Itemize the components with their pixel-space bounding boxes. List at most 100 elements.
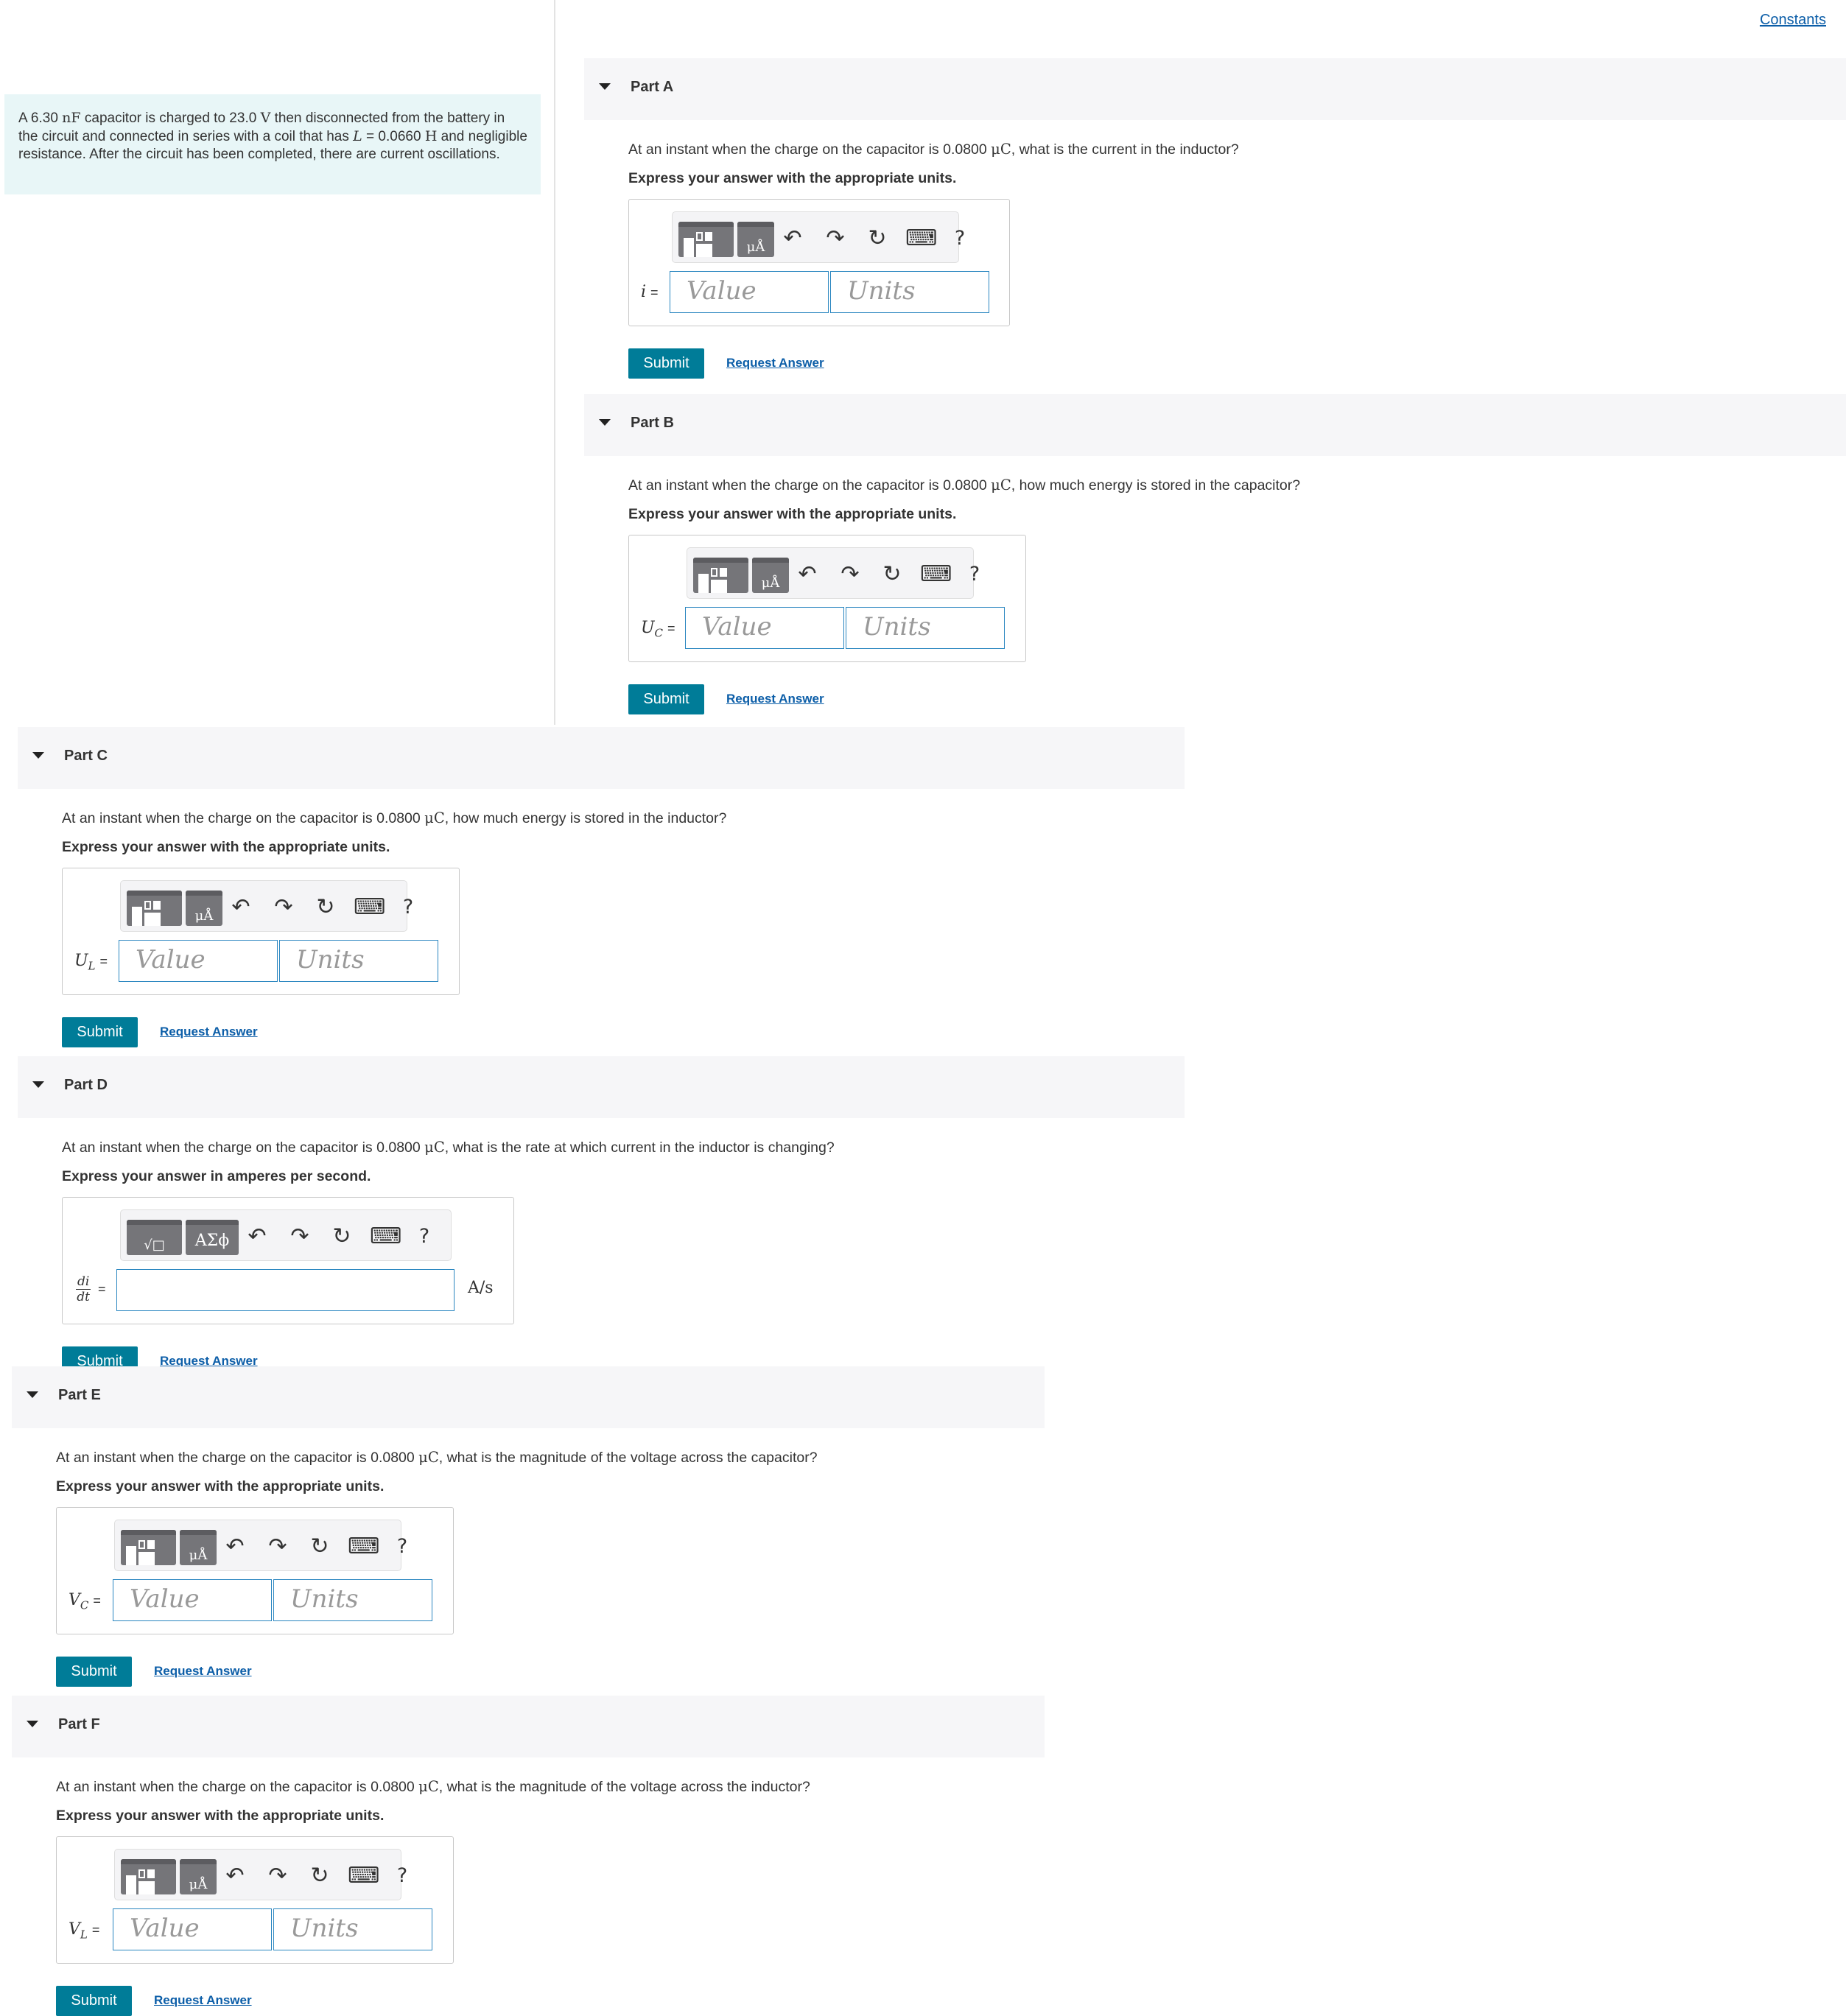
request-answer-link[interactable]: Request Answer	[726, 356, 824, 370]
greek-symbols-button[interactable]: ΑΣϕ	[186, 1220, 239, 1255]
units-input[interactable]: Units	[830, 271, 989, 313]
units-input[interactable]: Units	[273, 1579, 432, 1621]
part-header[interactable]: Part A	[584, 58, 1846, 120]
undo-icon[interactable]: ↶	[222, 1861, 248, 1891]
templates-button[interactable]	[121, 1859, 176, 1894]
value-input[interactable]: Value	[119, 940, 278, 982]
collapse-caret-icon[interactable]	[32, 1081, 44, 1088]
math-toolbar: μÅ ↶ ↷ ↻ ⌨?	[672, 211, 965, 263]
units-button[interactable]: μÅ	[180, 1859, 217, 1894]
units-input[interactable]: Units	[273, 1908, 432, 1950]
equals-sign: =	[99, 954, 108, 969]
submit-button[interactable]: Submit	[56, 1657, 132, 1687]
part-header[interactable]: Part F	[12, 1696, 1045, 1757]
reset-icon[interactable]: ↻	[306, 1861, 333, 1891]
value-input[interactable]: Value	[685, 607, 844, 649]
undo-icon[interactable]: ↶	[244, 1222, 270, 1251]
request-answer-link[interactable]: Request Answer	[160, 1025, 258, 1039]
equals-sign: =	[667, 621, 675, 636]
submit-button[interactable]: Submit	[62, 1017, 138, 1047]
undo-icon[interactable]: ↶	[794, 560, 821, 589]
redo-icon[interactable]: ↷	[264, 1532, 291, 1562]
help-icon[interactable]: ?	[389, 1861, 415, 1891]
redo-icon[interactable]: ↷	[837, 560, 863, 589]
value-input[interactable]: Value	[670, 271, 829, 313]
reset-icon[interactable]: ↻	[329, 1222, 355, 1251]
redo-icon[interactable]: ↷	[287, 1222, 313, 1251]
collapse-caret-icon[interactable]	[27, 1391, 38, 1398]
keyboard-icon[interactable]: ⌨	[348, 1861, 379, 1891]
undo-icon[interactable]: ↶	[222, 1532, 248, 1562]
units-button[interactable]: μÅ	[752, 558, 789, 593]
units-button[interactable]: μÅ	[186, 891, 222, 926]
collapse-caret-icon[interactable]	[32, 752, 44, 759]
value-input[interactable]: Value	[113, 1579, 272, 1621]
reset-icon[interactable]: ↻	[864, 224, 891, 253]
units-placeholder: Units	[863, 612, 931, 642]
intro-var: L	[353, 128, 362, 144]
undo-icon[interactable]: ↶	[228, 893, 254, 922]
units-button[interactable]: μÅ	[180, 1530, 217, 1565]
help-icon[interactable]: ?	[961, 560, 988, 589]
units-glyph: μÅ	[746, 239, 765, 255]
request-answer-link[interactable]: Request Answer	[154, 1664, 252, 1679]
units-button[interactable]: μÅ	[737, 222, 774, 257]
templates-button[interactable]	[127, 891, 182, 926]
template-icon	[144, 901, 151, 910]
help-icon[interactable]: ?	[389, 1532, 415, 1562]
question-unit: μC	[424, 809, 445, 826]
templates-button[interactable]	[678, 222, 734, 257]
redo-icon[interactable]: ↷	[822, 224, 849, 253]
submit-button[interactable]: Submit	[628, 684, 704, 714]
part-section: Part A At an instant when the charge on t…	[584, 58, 1846, 379]
template-icon	[138, 1540, 145, 1549]
redo-icon[interactable]: ↷	[264, 1861, 291, 1891]
keyboard-icon[interactable]: ⌨	[348, 1532, 379, 1562]
request-answer-link[interactable]: Request Answer	[726, 692, 824, 706]
part-header[interactable]: Part D	[18, 1056, 1185, 1118]
undo-icon[interactable]: ↶	[779, 224, 806, 253]
collapse-caret-icon[interactable]	[599, 83, 611, 90]
templates-button[interactable]: √□	[127, 1220, 182, 1255]
question-text: At an instant when the charge on the cap…	[62, 809, 726, 827]
answer-instruction: Express your answer with the appropriate…	[628, 170, 957, 186]
templates-button[interactable]	[693, 558, 748, 593]
part-title: Part B	[631, 415, 674, 431]
help-icon[interactable]: ?	[395, 893, 421, 922]
template-icon	[696, 244, 712, 257]
units-input[interactable]: Units	[846, 607, 1005, 649]
question-text-pre: At an instant when the charge on the cap…	[62, 810, 425, 826]
keyboard-icon[interactable]: ⌨	[920, 560, 952, 589]
template-icon	[138, 1881, 155, 1894]
answer-instruction: Express your answer with the appropriate…	[62, 839, 390, 855]
request-answer-link[interactable]: Request Answer	[154, 1993, 252, 2008]
variable-label: i =	[641, 282, 659, 303]
part-header[interactable]: Part C	[18, 727, 1185, 789]
template-icon	[144, 913, 161, 926]
answer-input[interactable]	[116, 1269, 455, 1311]
value-input[interactable]: Value	[113, 1908, 272, 1950]
help-icon[interactable]: ?	[947, 224, 973, 253]
collapse-caret-icon[interactable]	[599, 419, 611, 426]
redo-icon[interactable]: ↷	[270, 893, 297, 922]
units-input[interactable]: Units	[279, 940, 438, 982]
constants-link[interactable]: Constants	[1760, 12, 1826, 29]
submit-button[interactable]: Submit	[56, 1986, 132, 2016]
submit-button[interactable]: Submit	[628, 348, 704, 379]
button-stripe	[180, 1530, 217, 1535]
part-header[interactable]: Part B	[584, 394, 1846, 456]
part-section: Part D At an instant when the charge on t…	[18, 1056, 1185, 1377]
units-glyph: μÅ	[194, 908, 214, 924]
part-header[interactable]: Part E	[12, 1366, 1045, 1428]
reset-icon[interactable]: ↻	[879, 560, 905, 589]
reset-icon[interactable]: ↻	[312, 893, 339, 922]
help-icon[interactable]: ?	[411, 1222, 438, 1251]
reset-icon[interactable]: ↻	[306, 1532, 333, 1562]
templates-button[interactable]	[121, 1530, 176, 1565]
question-text: At an instant when the charge on the cap…	[628, 477, 1300, 494]
collapse-caret-icon[interactable]	[27, 1721, 38, 1727]
keyboard-icon[interactable]: ⌨	[905, 224, 937, 253]
keyboard-icon[interactable]: ⌨	[370, 1222, 401, 1251]
keyboard-icon[interactable]: ⌨	[354, 893, 385, 922]
units-glyph: μÅ	[189, 1877, 208, 1892]
